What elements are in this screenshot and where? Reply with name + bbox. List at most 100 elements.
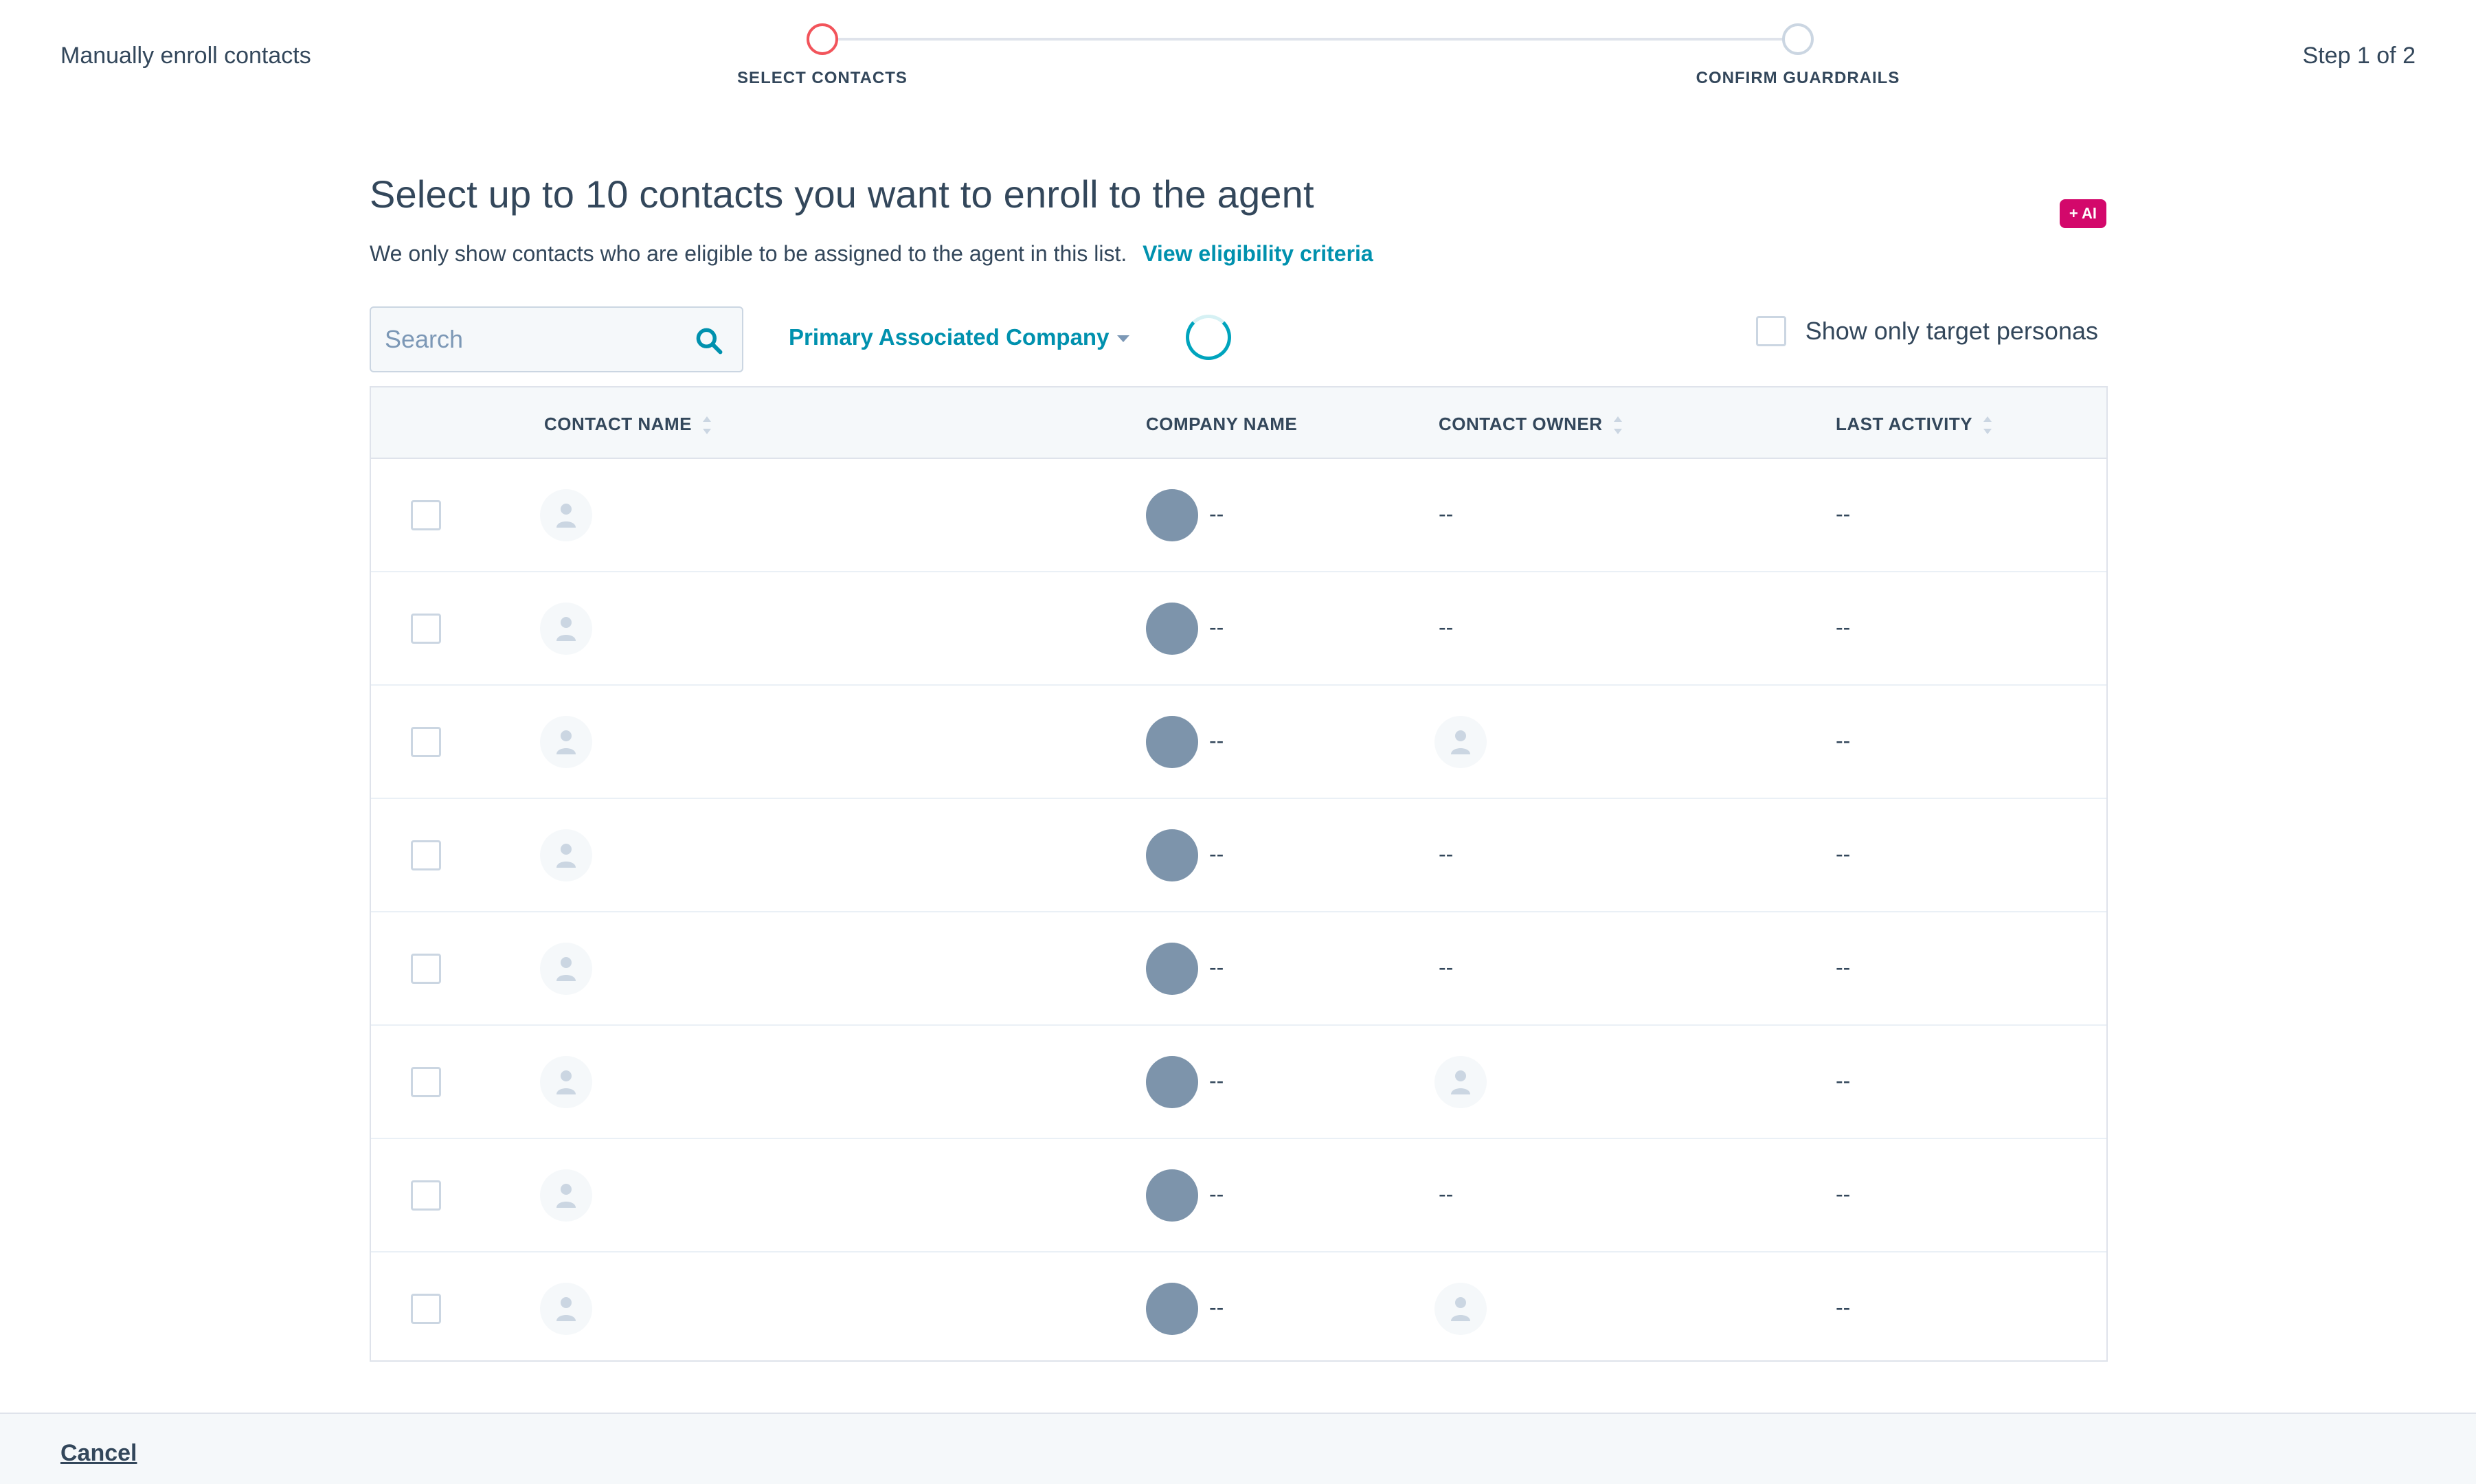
- table-row[interactable]: -- --: [371, 686, 2106, 799]
- last-activity-cell: --: [1836, 728, 1851, 753]
- contact-owner-cell: --: [1439, 955, 1454, 980]
- sort-icon[interactable]: [702, 415, 711, 436]
- table-row[interactable]: -- --: [371, 1026, 2106, 1139]
- person-icon: [556, 617, 576, 641]
- step-inactive-indicator: [1782, 23, 1814, 55]
- company-logo: [1146, 1283, 1198, 1335]
- row-checkbox[interactable]: [411, 500, 441, 530]
- row-checkbox[interactable]: [411, 1180, 441, 1211]
- company-logo: [1146, 1056, 1198, 1108]
- contact-avatar: [540, 1169, 592, 1222]
- contact-owner-cell: --: [1439, 1182, 1454, 1206]
- company-logo: [1146, 943, 1198, 995]
- column-header-contact-name[interactable]: CONTACT NAME: [544, 414, 711, 436]
- company-name-cell: --: [1209, 1295, 1224, 1320]
- row-checkbox[interactable]: [411, 1067, 441, 1097]
- sort-icon[interactable]: [1613, 415, 1622, 436]
- person-icon: [556, 1297, 576, 1321]
- table-toolbar: Primary Associated Company Show only tar…: [370, 306, 2106, 374]
- person-icon: [556, 957, 576, 981]
- enroll-contacts-page: Manually enroll contacts SELECT CONTACTS…: [0, 0, 2476, 1484]
- column-label: LAST ACTIVITY: [1836, 414, 1973, 434]
- last-activity-cell: --: [1836, 615, 1851, 640]
- row-checkbox[interactable]: [411, 1294, 441, 1324]
- search-input[interactable]: [385, 322, 673, 357]
- column-header-last-activity[interactable]: LAST ACTIVITY: [1836, 414, 1992, 436]
- step-confirm-guardrails: CONFIRM GUARDRAILS: [1661, 18, 1935, 88]
- person-icon: [1451, 1297, 1470, 1321]
- company-name-cell: --: [1209, 842, 1224, 866]
- last-activity-cell: --: [1836, 955, 1851, 980]
- column-label: CONTACT OWNER: [1439, 414, 1603, 434]
- table-row[interactable]: -- -- --: [371, 459, 2106, 572]
- company-logo: [1146, 1169, 1198, 1222]
- company-name-cell: --: [1209, 502, 1224, 526]
- filter-label: Primary Associated Company: [789, 324, 1110, 350]
- contact-avatar: [540, 1283, 592, 1335]
- view-eligibility-criteria-link[interactable]: View eligibility criteria: [1143, 241, 1373, 266]
- row-checkbox[interactable]: [411, 727, 441, 757]
- table-header: CONTACT NAME COMPANY NAME CONTACT OWNER …: [371, 387, 2106, 459]
- last-activity-cell: --: [1836, 502, 1851, 526]
- contact-owner-cell: --: [1439, 615, 1454, 640]
- company-logo: [1146, 603, 1198, 655]
- person-icon: [556, 1070, 576, 1094]
- table-row[interactable]: -- --: [371, 1252, 2106, 1360]
- owner-avatar: [1434, 1283, 1487, 1335]
- table-row[interactable]: -- -- --: [371, 572, 2106, 686]
- step-label: CONFIRM GUARDRAILS: [1696, 69, 1900, 87]
- row-checkbox[interactable]: [411, 954, 441, 984]
- contact-avatar: [540, 603, 592, 655]
- company-logo: [1146, 716, 1198, 768]
- ai-badge[interactable]: + AI: [2059, 199, 2106, 228]
- contact-avatar: [540, 829, 592, 881]
- contact-owner-cell: --: [1439, 502, 1454, 526]
- eligibility-description: We only show contacts who are eligible t…: [370, 241, 2106, 267]
- table-row[interactable]: -- -- --: [371, 799, 2106, 912]
- row-checkbox[interactable]: [411, 840, 441, 870]
- contact-avatar: [540, 489, 592, 541]
- cancel-link[interactable]: Cancel: [60, 1440, 137, 1467]
- table-row[interactable]: -- -- --: [371, 912, 2106, 1026]
- show-target-personas-toggle[interactable]: Show only target personas: [1755, 316, 2098, 346]
- search-icon[interactable]: [694, 326, 724, 356]
- company-logo: [1146, 829, 1198, 881]
- company-name-cell: --: [1209, 728, 1224, 753]
- person-icon: [556, 730, 576, 754]
- search-box: [370, 306, 743, 372]
- last-activity-cell: --: [1836, 1068, 1851, 1093]
- target-personas-checkbox[interactable]: [1755, 316, 1786, 346]
- contact-avatar: [540, 716, 592, 768]
- owner-avatar: [1434, 716, 1487, 768]
- contact-owner-cell: --: [1439, 842, 1454, 866]
- company-name-cell: --: [1209, 1182, 1224, 1206]
- footer-bar: Cancel: [0, 1413, 2476, 1484]
- step-select-contacts: SELECT CONTACTS: [685, 18, 960, 88]
- person-icon: [1451, 1070, 1470, 1094]
- company-name-cell: --: [1209, 615, 1224, 640]
- primary-associated-company-filter[interactable]: Primary Associated Company: [789, 324, 1130, 350]
- page-title: Select up to 10 contacts you want to enr…: [370, 172, 1314, 216]
- person-icon: [556, 1184, 576, 1208]
- main-content: Select up to 10 contacts you want to enr…: [370, 172, 2108, 1362]
- loading-spinner: [1186, 315, 1231, 360]
- column-header-contact-owner[interactable]: CONTACT OWNER: [1439, 414, 1622, 436]
- company-name-cell: --: [1209, 1068, 1224, 1093]
- column-label: COMPANY NAME: [1146, 414, 1298, 434]
- person-icon: [556, 504, 576, 528]
- column-header-company-name: COMPANY NAME: [1146, 414, 1297, 435]
- contact-avatar: [540, 943, 592, 995]
- person-icon: [1451, 730, 1470, 754]
- eligibility-text: We only show contacts who are eligible t…: [370, 241, 1127, 266]
- contacts-table: CONTACT NAME COMPANY NAME CONTACT OWNER …: [370, 386, 2108, 1362]
- company-name-cell: --: [1209, 955, 1224, 980]
- target-personas-label: Show only target personas: [1805, 317, 2098, 345]
- progress-stepper: SELECT CONTACTS CONFIRM GUARDRAILS: [728, 18, 1899, 93]
- stepper-connector: [822, 38, 1798, 41]
- owner-avatar: [1434, 1056, 1487, 1108]
- sort-icon[interactable]: [1983, 415, 1992, 436]
- table-row[interactable]: -- -- --: [371, 1139, 2106, 1252]
- row-checkbox[interactable]: [411, 614, 441, 644]
- table-body: -- -- -- -- -- -- -- -- -- -- -- -- -- -- -- -- -- -- -- --…: [371, 459, 2106, 1360]
- contact-avatar: [540, 1056, 592, 1108]
